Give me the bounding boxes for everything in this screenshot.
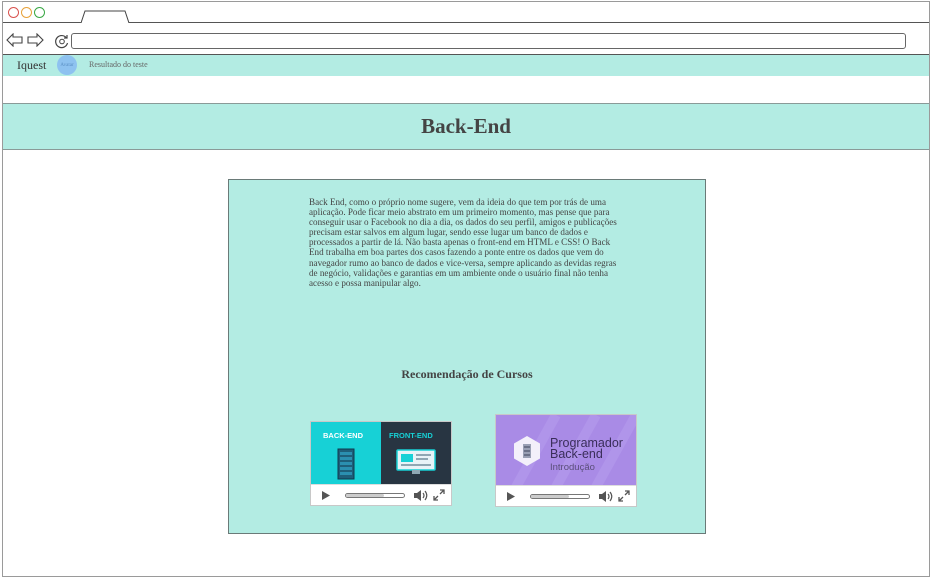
recommendations-title: Recomendação de Cursos (401, 367, 533, 381)
play-icon[interactable] (321, 490, 331, 501)
thumb-front-end-label: FRONT-END (389, 431, 433, 440)
thumb-back-end-label: BACK-END (323, 431, 363, 440)
page-title: Back-End (421, 114, 511, 138)
video-controls-1 (311, 484, 451, 505)
volume-icon[interactable] (598, 490, 614, 503)
brand-link[interactable]: Iquest (17, 58, 46, 73)
thumb-subtitle: Introdução (550, 462, 595, 473)
fullscreen-icon[interactable] (433, 489, 445, 501)
reload-icon[interactable] (54, 33, 70, 49)
page-header: Back-End (3, 103, 929, 150)
seek-bar[interactable] (345, 493, 405, 498)
video-player-2[interactable]: Programador Back-end Introdução (495, 414, 637, 507)
avatar[interactable]: Avatar (57, 55, 77, 75)
seek-bar[interactable] (530, 494, 590, 499)
title-bar (3, 2, 929, 23)
close-window-button[interactable] (8, 7, 19, 18)
video-player-1[interactable]: BACK-END FRONT-END (310, 421, 452, 506)
video-thumbnail-2[interactable]: Programador Back-end Introdução (496, 415, 636, 487)
thumb-title-line2: Back-end (550, 447, 603, 461)
play-icon[interactable] (506, 491, 516, 502)
desktop-icon (396, 449, 436, 474)
fullscreen-icon[interactable] (618, 490, 630, 502)
back-arrow-icon[interactable] (6, 33, 24, 47)
seek-progress (346, 494, 384, 497)
video-thumbnail-1[interactable]: BACK-END FRONT-END (311, 422, 451, 485)
forward-arrow-icon[interactable] (26, 33, 44, 47)
video-controls-2 (496, 485, 636, 506)
server-icon (337, 448, 355, 480)
nav-link-test-result[interactable]: Resultado do teste (89, 60, 148, 69)
seek-progress (531, 495, 569, 498)
app-navbar: Iquest Avatar Resultado do teste (3, 55, 929, 76)
thumb-front-end-panel: FRONT-END (381, 422, 451, 485)
description-text: Back End, como o próprio nome sugere, ve… (309, 197, 617, 288)
content-card: Back End, como o próprio nome sugere, ve… (228, 179, 706, 534)
server-hexagon-icon (514, 436, 540, 466)
url-input[interactable] (71, 33, 906, 49)
avatar-label: Avatar (60, 62, 74, 68)
minimize-window-button[interactable] (21, 7, 32, 18)
maximize-window-button[interactable] (34, 7, 45, 18)
volume-icon[interactable] (413, 489, 429, 502)
browser-tab[interactable] (81, 10, 131, 23)
browser-window: Iquest Avatar Resultado do teste Back-En… (2, 1, 930, 577)
address-bar (3, 23, 929, 55)
thumb-back-end-panel: BACK-END (311, 422, 381, 485)
